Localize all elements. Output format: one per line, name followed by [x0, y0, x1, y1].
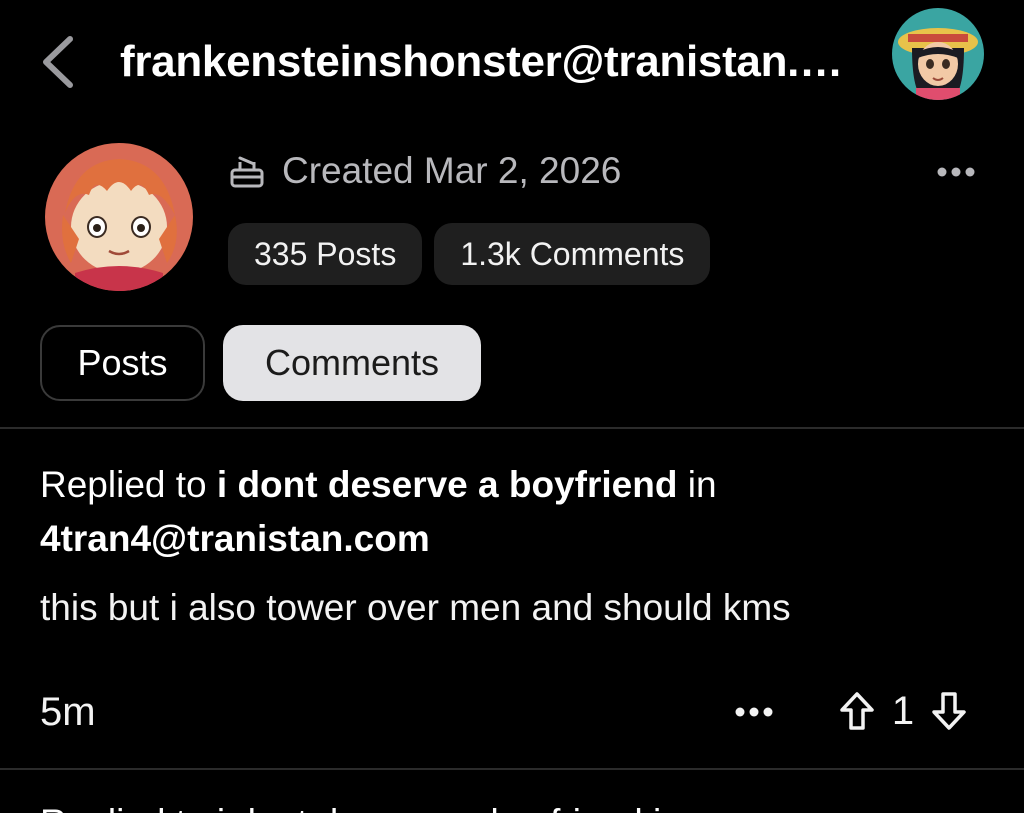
arrow-up-icon — [840, 692, 874, 730]
vote-controls: 1 — [834, 686, 972, 736]
profile-avatar — [45, 143, 193, 291]
comment-body: this but i also tower over men and shoul… — [40, 587, 791, 628]
top-app-bar: frankensteinshonster@tranistan.c… — [0, 0, 1024, 128]
profile-tabs: Posts Comments — [40, 325, 481, 401]
reply-prefix: Replied to — [40, 464, 207, 505]
profile-more-button[interactable] — [930, 150, 982, 194]
downvote-button[interactable] — [926, 686, 972, 736]
comment-more-button[interactable] — [728, 692, 780, 732]
account-created-info: Created Mar 2, 2026 — [228, 146, 621, 196]
chevron-left-icon — [43, 36, 73, 88]
divider — [0, 427, 1024, 429]
page-title: frankensteinshonster@tranistan.c… — [120, 37, 860, 86]
divider — [0, 768, 1024, 770]
reply-connector: in — [687, 464, 717, 505]
upvote-button[interactable] — [834, 686, 880, 736]
comment-context: Replied to i dont deserve a boyfriend in… — [40, 458, 990, 566]
community-link[interactable]: 4tran4@tranistan.com — [40, 518, 430, 559]
post-title-link[interactable]: i dont deserve a boyfriend — [217, 464, 678, 505]
created-date-label: Created Mar 2, 2026 — [282, 150, 622, 191]
tab-posts[interactable]: Posts — [40, 325, 205, 401]
comments-count-badge: 1.3k Comments — [434, 223, 711, 285]
posts-count-badge: 335 Posts — [228, 223, 423, 285]
more-horizontal-icon — [735, 707, 773, 717]
next-comment-preview[interactable]: Replied to i dont deserve a boyfriend in — [40, 796, 1000, 813]
cake-icon — [230, 156, 264, 188]
user-avatar[interactable] — [892, 8, 984, 100]
comment-timestamp: 5m — [40, 690, 96, 734]
back-button[interactable] — [30, 32, 84, 92]
arrow-down-icon — [932, 692, 966, 730]
tab-comments[interactable]: Comments — [223, 325, 481, 401]
more-horizontal-icon — [937, 167, 975, 177]
comment-score: 1 — [891, 688, 915, 733]
profile-screen: frankensteinshonster@tranistan.c… Create… — [0, 0, 1024, 813]
profile-stats: 335 Posts 1.3k Comments — [228, 223, 711, 285]
